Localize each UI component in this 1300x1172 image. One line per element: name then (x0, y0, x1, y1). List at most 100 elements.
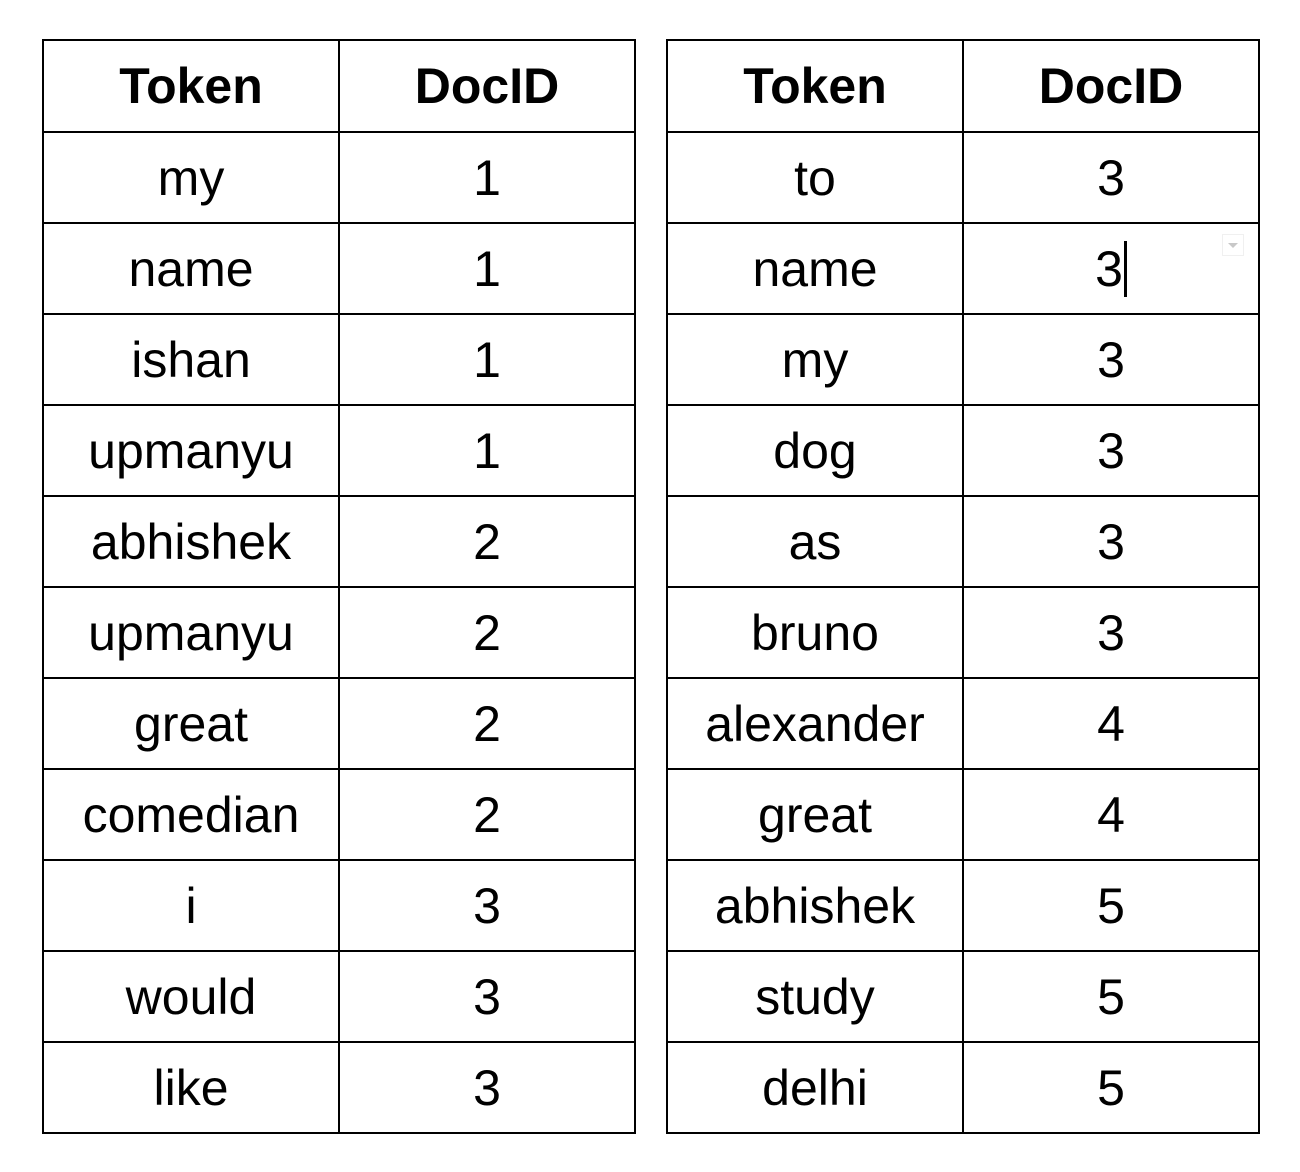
header-row: Token DocID (42, 39, 636, 133)
table-row: alexander 4 (666, 677, 1260, 770)
token-cell[interactable]: would (42, 950, 340, 1043)
table-row: would 3 (42, 950, 636, 1043)
cell-text: 1 (473, 149, 501, 206)
docid-cell[interactable]: 1 (338, 404, 636, 497)
docid-cell[interactable]: 2 (338, 677, 636, 770)
docid-cell[interactable]: 3 (338, 950, 636, 1043)
docid-cell[interactable]: 3 (962, 222, 1260, 315)
docid-cell[interactable]: 1 (338, 131, 636, 224)
docid-cell[interactable]: 1 (338, 222, 636, 315)
token-cell[interactable]: comedian (42, 768, 340, 861)
table-row: study 5 (666, 950, 1260, 1043)
token-table-left: Token DocID my 1 name 1 ishan 1 upmanyu 1 abhish… (42, 39, 636, 1134)
token-cell[interactable]: to (666, 131, 964, 224)
cell-text: bruno (751, 604, 879, 661)
table-row: great 4 (666, 768, 1260, 861)
header-docid[interactable]: DocID (338, 39, 636, 133)
table-row: dog 3 (666, 404, 1260, 497)
token-cell[interactable]: upmanyu (42, 404, 340, 497)
cell-text: 3 (473, 1059, 501, 1116)
token-cell[interactable]: delhi (666, 1041, 964, 1134)
cell-text: 3 (473, 968, 501, 1025)
cell-text: i (185, 877, 197, 934)
token-cell[interactable]: bruno (666, 586, 964, 679)
cell-text: 4 (1097, 695, 1125, 752)
docid-cell[interactable]: 3 (962, 404, 1260, 497)
cell-text: my (781, 331, 849, 388)
docid-cell[interactable]: 2 (338, 768, 636, 861)
cell-text: 5 (1097, 877, 1125, 934)
cell-text: 1 (473, 422, 501, 479)
header-token[interactable]: Token (42, 39, 340, 133)
token-cell[interactable]: alexander (666, 677, 964, 770)
token-cell[interactable]: study (666, 950, 964, 1043)
cell-text: 2 (473, 604, 501, 661)
cell-text: to (794, 149, 836, 206)
dropdown-arrow-icon[interactable] (1222, 234, 1244, 256)
cell-text: great (134, 695, 248, 752)
table-row: i3 (42, 859, 636, 952)
token-cell[interactable]: my (666, 313, 964, 406)
token-cell[interactable]: great (42, 677, 340, 770)
table-row: upmanyu 2 (42, 586, 636, 679)
token-cell[interactable]: as (666, 495, 964, 588)
table-row: name 3 (666, 222, 1260, 315)
token-cell[interactable]: my (42, 131, 340, 224)
cell-text: abhishek (714, 877, 916, 934)
docid-cell[interactable]: 5 (962, 859, 1260, 952)
docid-cell[interactable]: 5 (962, 1041, 1260, 1134)
token-cell[interactable]: ishan (42, 313, 340, 406)
cell-text: 3 (1097, 422, 1125, 479)
cell-text: upmanyu (88, 422, 294, 479)
cell-text: 2 (473, 786, 501, 843)
cell-text: 3 (1097, 331, 1125, 388)
table-row: to 3 (666, 131, 1260, 224)
cell-text: like (153, 1059, 229, 1116)
header-docid[interactable]: DocID (962, 39, 1260, 133)
token-cell[interactable]: abhishek (42, 495, 340, 588)
docid-cell[interactable]: 4 (962, 768, 1260, 861)
cell-text: upmanyu (88, 604, 294, 661)
cell-text: 2 (473, 513, 501, 570)
token-table-right: Token DocID to 3 name 3 my 3 dog 3 as 3 bruno 3 alex… (666, 39, 1260, 1134)
token-cell[interactable]: upmanyu (42, 586, 340, 679)
text-cursor (1123, 241, 1127, 298)
docid-cell[interactable]: 5 (962, 950, 1260, 1043)
table-row: bruno 3 (666, 586, 1260, 679)
cell-text: name (128, 240, 254, 297)
docid-cell[interactable]: 3 (338, 859, 636, 952)
token-cell[interactable]: name (42, 222, 340, 315)
cell-text: 1 (473, 240, 501, 297)
cell-text: name (752, 240, 878, 297)
token-cell[interactable]: i (42, 859, 340, 952)
token-cell[interactable]: dog (666, 404, 964, 497)
cell-text: 3 (1097, 604, 1125, 661)
token-cell[interactable]: great (666, 768, 964, 861)
docid-cell[interactable]: 2 (338, 586, 636, 679)
table-row: my 1 (42, 131, 636, 224)
table-row: ishan 1 (42, 313, 636, 406)
token-cell[interactable]: like (42, 1041, 340, 1134)
header-token[interactable]: Token (666, 39, 964, 133)
table-row: my 3 (666, 313, 1260, 406)
cell-text: would (125, 968, 257, 1025)
docid-cell[interactable]: 3 (962, 586, 1260, 679)
docid-cell[interactable]: 3 (338, 1041, 636, 1134)
token-cell[interactable]: name (666, 222, 964, 315)
docid-cell[interactable]: 2 (338, 495, 636, 588)
table-row: upmanyu 1 (42, 404, 636, 497)
table-row: comedian 2 (42, 768, 636, 861)
token-cell[interactable]: abhishek (666, 859, 964, 952)
header-row: Token DocID (666, 39, 1260, 133)
cell-text: alexander (705, 695, 925, 752)
cell-text: dog (773, 422, 857, 479)
cell-text: 2 (473, 695, 501, 752)
table-row: delhi 5 (666, 1041, 1260, 1134)
table-row: as 3 (666, 495, 1260, 588)
docid-cell[interactable]: 3 (962, 313, 1260, 406)
docid-cell[interactable]: 3 (962, 131, 1260, 224)
docid-cell[interactable]: 1 (338, 313, 636, 406)
docid-cell[interactable]: 4 (962, 677, 1260, 770)
cell-text: my (157, 149, 225, 206)
docid-cell[interactable]: 3 (962, 495, 1260, 588)
